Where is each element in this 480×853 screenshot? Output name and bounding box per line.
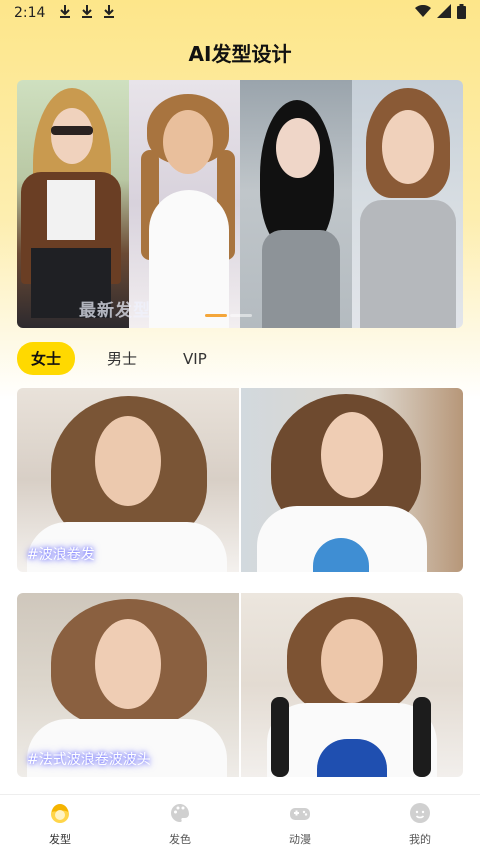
- nav-label: 发色: [169, 832, 191, 846]
- profile-icon: [409, 802, 431, 827]
- status-bar: 2:14: [0, 0, 480, 26]
- hairstyle-icon: [49, 802, 71, 827]
- banner-image: [240, 80, 352, 328]
- tab-men[interactable]: 男士: [93, 342, 151, 375]
- nav-label: 动漫: [289, 832, 311, 846]
- hairstyle-tag: #法式波浪卷波波头: [27, 752, 151, 768]
- carousel-dot-active: [205, 314, 227, 317]
- hairstyle-card[interactable]: #法式波浪卷波波头: [17, 593, 463, 777]
- download-icon: [81, 4, 93, 22]
- nav-label: 我的: [409, 832, 431, 846]
- nav-label: 发型: [49, 832, 71, 846]
- status-time: 2:14: [14, 5, 46, 21]
- banner-image: [128, 80, 240, 328]
- bottom-navigation: 发型 发色 动漫 我的: [0, 794, 480, 853]
- carousel-dot: [230, 314, 252, 317]
- nav-item-haircolor[interactable]: 发色: [120, 795, 240, 853]
- hairstyle-tag: #波浪卷发: [27, 547, 95, 563]
- tab-women[interactable]: 女士: [17, 342, 76, 375]
- signal-icon: [437, 4, 451, 22]
- nav-item-anime[interactable]: 动漫: [240, 795, 360, 853]
- category-tabs: 女士 男士 VIP: [17, 342, 221, 375]
- tab-vip[interactable]: VIP: [169, 344, 221, 374]
- download-icon: [103, 4, 115, 22]
- hairstyle-image: [239, 593, 463, 777]
- page-title: AI发型设计: [188, 42, 292, 66]
- hairstyle-image: [239, 388, 463, 572]
- nav-item-hairstyle[interactable]: 发型: [0, 795, 120, 853]
- banner-image: [351, 80, 463, 328]
- wifi-icon: [415, 4, 431, 21]
- palette-icon: [169, 802, 191, 827]
- gamepad-icon: [289, 802, 311, 827]
- banner-watermark: 最新发型: [79, 301, 151, 321]
- carousel-indicator: [205, 314, 252, 317]
- hairstyle-card[interactable]: #波浪卷发: [17, 388, 463, 572]
- hairstyle-list: #波浪卷发 #法式波浪卷波波头: [17, 388, 463, 798]
- download-icon: [59, 4, 71, 22]
- banner-image: [17, 80, 129, 328]
- banner-carousel[interactable]: 最新发型: [17, 80, 463, 328]
- battery-icon: [457, 3, 466, 23]
- nav-item-profile[interactable]: 我的: [360, 795, 480, 853]
